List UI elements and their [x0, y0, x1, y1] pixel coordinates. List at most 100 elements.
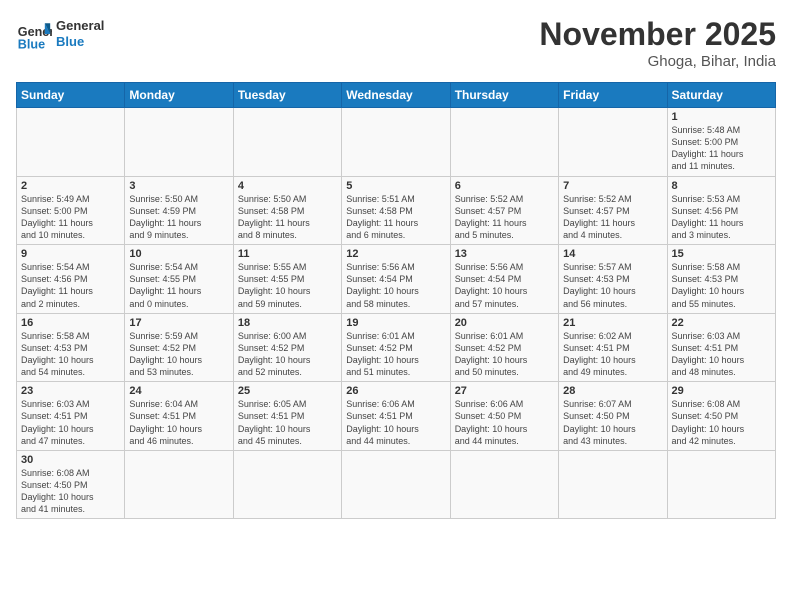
location-text: Ghoga, Bihar, India — [539, 53, 776, 70]
calendar-cell: 26Sunrise: 6:06 AM Sunset: 4:51 PM Dayli… — [342, 382, 450, 451]
day-number: 29 — [672, 385, 771, 397]
logo-general-text: General — [56, 18, 104, 34]
weekday-header-row: SundayMondayTuesdayWednesdayThursdayFrid… — [17, 83, 776, 108]
calendar-cell: 1Sunrise: 5:48 AM Sunset: 5:00 PM Daylig… — [667, 108, 775, 177]
day-info: Sunrise: 6:02 AM Sunset: 4:51 PM Dayligh… — [563, 330, 662, 379]
calendar-row-2: 9Sunrise: 5:54 AM Sunset: 4:56 PM Daylig… — [17, 245, 776, 314]
calendar-row-4: 23Sunrise: 6:03 AM Sunset: 4:51 PM Dayli… — [17, 382, 776, 451]
calendar-cell: 23Sunrise: 6:03 AM Sunset: 4:51 PM Dayli… — [17, 382, 125, 451]
calendar-cell: 27Sunrise: 6:06 AM Sunset: 4:50 PM Dayli… — [450, 382, 558, 451]
day-number: 24 — [129, 385, 228, 397]
day-info: Sunrise: 6:01 AM Sunset: 4:52 PM Dayligh… — [346, 330, 445, 379]
calendar-cell — [125, 108, 233, 177]
day-info: Sunrise: 6:06 AM Sunset: 4:51 PM Dayligh… — [346, 398, 445, 447]
logo: General Blue General Blue — [16, 16, 104, 52]
day-info: Sunrise: 5:55 AM Sunset: 4:55 PM Dayligh… — [238, 261, 337, 310]
day-info: Sunrise: 6:01 AM Sunset: 4:52 PM Dayligh… — [455, 330, 554, 379]
calendar-cell: 17Sunrise: 5:59 AM Sunset: 4:52 PM Dayli… — [125, 313, 233, 382]
calendar-cell: 16Sunrise: 5:58 AM Sunset: 4:53 PM Dayli… — [17, 313, 125, 382]
day-number: 26 — [346, 385, 445, 397]
logo-icon: General Blue — [16, 16, 52, 52]
calendar-cell — [450, 450, 558, 519]
weekday-header-saturday: Saturday — [667, 83, 775, 108]
day-number: 21 — [563, 317, 662, 329]
day-info: Sunrise: 6:08 AM Sunset: 4:50 PM Dayligh… — [672, 398, 771, 447]
day-info: Sunrise: 5:56 AM Sunset: 4:54 PM Dayligh… — [346, 261, 445, 310]
calendar-cell: 9Sunrise: 5:54 AM Sunset: 4:56 PM Daylig… — [17, 245, 125, 314]
weekday-header-thursday: Thursday — [450, 83, 558, 108]
svg-text:Blue: Blue — [18, 37, 45, 51]
calendar-row-3: 16Sunrise: 5:58 AM Sunset: 4:53 PM Dayli… — [17, 313, 776, 382]
day-number: 20 — [455, 317, 554, 329]
day-info: Sunrise: 6:07 AM Sunset: 4:50 PM Dayligh… — [563, 398, 662, 447]
calendar-cell: 2Sunrise: 5:49 AM Sunset: 5:00 PM Daylig… — [17, 176, 125, 245]
day-number: 10 — [129, 248, 228, 260]
day-number: 9 — [21, 248, 120, 260]
day-info: Sunrise: 5:59 AM Sunset: 4:52 PM Dayligh… — [129, 330, 228, 379]
day-info: Sunrise: 5:48 AM Sunset: 5:00 PM Dayligh… — [672, 124, 771, 173]
calendar-cell: 3Sunrise: 5:50 AM Sunset: 4:59 PM Daylig… — [125, 176, 233, 245]
day-info: Sunrise: 5:56 AM Sunset: 4:54 PM Dayligh… — [455, 261, 554, 310]
weekday-header-tuesday: Tuesday — [233, 83, 341, 108]
day-info: Sunrise: 6:06 AM Sunset: 4:50 PM Dayligh… — [455, 398, 554, 447]
day-number: 5 — [346, 180, 445, 192]
calendar-cell — [125, 450, 233, 519]
calendar-cell: 20Sunrise: 6:01 AM Sunset: 4:52 PM Dayli… — [450, 313, 558, 382]
calendar-cell: 11Sunrise: 5:55 AM Sunset: 4:55 PM Dayli… — [233, 245, 341, 314]
day-number: 8 — [672, 180, 771, 192]
calendar-cell — [667, 450, 775, 519]
day-info: Sunrise: 5:58 AM Sunset: 4:53 PM Dayligh… — [21, 330, 120, 379]
weekday-header-monday: Monday — [125, 83, 233, 108]
day-info: Sunrise: 6:03 AM Sunset: 4:51 PM Dayligh… — [672, 330, 771, 379]
calendar-cell — [233, 108, 341, 177]
calendar-cell: 4Sunrise: 5:50 AM Sunset: 4:58 PM Daylig… — [233, 176, 341, 245]
day-number: 23 — [21, 385, 120, 397]
day-info: Sunrise: 6:05 AM Sunset: 4:51 PM Dayligh… — [238, 398, 337, 447]
weekday-header-wednesday: Wednesday — [342, 83, 450, 108]
month-year-title: November 2025 — [539, 16, 776, 53]
calendar-cell: 7Sunrise: 5:52 AM Sunset: 4:57 PM Daylig… — [559, 176, 667, 245]
calendar-cell: 13Sunrise: 5:56 AM Sunset: 4:54 PM Dayli… — [450, 245, 558, 314]
calendar-cell — [450, 108, 558, 177]
weekday-header-friday: Friday — [559, 83, 667, 108]
calendar-cell: 30Sunrise: 6:08 AM Sunset: 4:50 PM Dayli… — [17, 450, 125, 519]
page-header: General Blue General Blue November 2025 … — [16, 16, 776, 70]
calendar-cell: 25Sunrise: 6:05 AM Sunset: 4:51 PM Dayli… — [233, 382, 341, 451]
day-number: 2 — [21, 180, 120, 192]
calendar-cell: 24Sunrise: 6:04 AM Sunset: 4:51 PM Dayli… — [125, 382, 233, 451]
calendar-cell — [17, 108, 125, 177]
day-number: 1 — [672, 111, 771, 123]
day-number: 3 — [129, 180, 228, 192]
calendar-cell — [342, 450, 450, 519]
day-number: 13 — [455, 248, 554, 260]
day-number: 4 — [238, 180, 337, 192]
day-info: Sunrise: 5:54 AM Sunset: 4:56 PM Dayligh… — [21, 261, 120, 310]
day-number: 16 — [21, 317, 120, 329]
day-number: 19 — [346, 317, 445, 329]
calendar-cell — [559, 108, 667, 177]
calendar-cell: 14Sunrise: 5:57 AM Sunset: 4:53 PM Dayli… — [559, 245, 667, 314]
day-info: Sunrise: 5:57 AM Sunset: 4:53 PM Dayligh… — [563, 261, 662, 310]
weekday-header-sunday: Sunday — [17, 83, 125, 108]
day-info: Sunrise: 5:53 AM Sunset: 4:56 PM Dayligh… — [672, 193, 771, 242]
day-info: Sunrise: 5:52 AM Sunset: 4:57 PM Dayligh… — [563, 193, 662, 242]
day-number: 15 — [672, 248, 771, 260]
calendar-cell: 5Sunrise: 5:51 AM Sunset: 4:58 PM Daylig… — [342, 176, 450, 245]
calendar-cell: 19Sunrise: 6:01 AM Sunset: 4:52 PM Dayli… — [342, 313, 450, 382]
day-number: 18 — [238, 317, 337, 329]
day-number: 17 — [129, 317, 228, 329]
calendar-cell — [233, 450, 341, 519]
calendar-cell: 22Sunrise: 6:03 AM Sunset: 4:51 PM Dayli… — [667, 313, 775, 382]
day-number: 14 — [563, 248, 662, 260]
day-number: 25 — [238, 385, 337, 397]
title-block: November 2025 Ghoga, Bihar, India — [539, 16, 776, 70]
day-info: Sunrise: 5:52 AM Sunset: 4:57 PM Dayligh… — [455, 193, 554, 242]
day-number: 22 — [672, 317, 771, 329]
calendar-cell: 6Sunrise: 5:52 AM Sunset: 4:57 PM Daylig… — [450, 176, 558, 245]
calendar-cell: 18Sunrise: 6:00 AM Sunset: 4:52 PM Dayli… — [233, 313, 341, 382]
calendar-cell — [342, 108, 450, 177]
day-info: Sunrise: 6:00 AM Sunset: 4:52 PM Dayligh… — [238, 330, 337, 379]
day-number: 12 — [346, 248, 445, 260]
day-info: Sunrise: 6:08 AM Sunset: 4:50 PM Dayligh… — [21, 467, 120, 516]
calendar-cell: 10Sunrise: 5:54 AM Sunset: 4:55 PM Dayli… — [125, 245, 233, 314]
